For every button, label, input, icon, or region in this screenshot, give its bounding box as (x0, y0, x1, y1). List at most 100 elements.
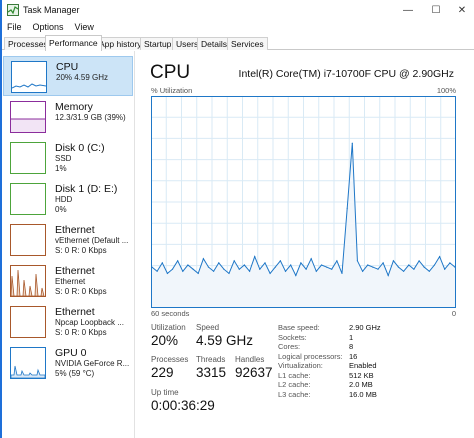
stat-speed: Speed 4.59 GHz (196, 323, 253, 348)
page-title: CPU (150, 62, 191, 83)
sidebar-item-title: Ethernet (55, 306, 95, 318)
sidebar-item-title: Disk 0 (C:) (55, 142, 105, 154)
sidebar-item-detail: Npcap Loopback ... (55, 318, 124, 327)
window-title: Task Manager (23, 5, 80, 15)
sidebar-item-detail: 1% (55, 163, 67, 173)
stat-threads: Threads 3315 (196, 355, 226, 380)
graph-label: % Utilization (151, 86, 193, 95)
stat-value: 0:00:36:29 (151, 398, 215, 413)
spec-value: 2.90 GHz (349, 323, 381, 332)
sidebar-item-title: Ethernet (55, 224, 95, 236)
stat-value: 4.59 GHz (196, 333, 254, 348)
tab-details[interactable]: Details (197, 37, 231, 50)
spec-value: 16.0 MB (349, 389, 377, 399)
sidebar-item-gpu-0[interactable]: GPU 0 NVIDIA GeForce R... 5% (59 °C) (3, 343, 133, 383)
memory-thumbnail-graph (10, 101, 46, 133)
stat-processes: Processes 229 (151, 355, 188, 380)
stat-uptime: Up time 0:00:36:29 (151, 388, 215, 413)
menu-bar: File Options View (2, 21, 474, 35)
tab-startup[interactable]: Startup (140, 37, 176, 50)
sidebar-item-title: Memory (55, 101, 93, 113)
stat-value: 92637 (235, 365, 273, 380)
sidebar-item-memory[interactable]: Memory 12.3/31.9 GB (39%) (3, 97, 133, 137)
stat-utilization: Utilization 20% (151, 323, 186, 348)
graph-time-axis-end: 0 (451, 309, 456, 318)
stat-value: 229 (151, 365, 174, 380)
disk-1-thumbnail-graph (10, 183, 46, 215)
stat-value: 20% (151, 333, 179, 348)
spec-value: 16 (349, 351, 358, 361)
spec-key: Sockets: (278, 332, 307, 342)
menu-file[interactable]: File (2, 21, 28, 35)
sidebar-item-detail: 5% (59 °C) (55, 368, 95, 378)
close-button[interactable]: ✕ (448, 0, 474, 20)
cpu-utilization-graph (151, 96, 456, 308)
stat-label: Handles (235, 355, 265, 364)
resource-sidebar: CPU 20% 4.59 GHz Memory 12.3/31.9 GB (39… (2, 51, 135, 438)
spec-row: L1 cache: 512 KB (278, 371, 468, 381)
spec-value: 1 (349, 332, 354, 342)
stat-label: Utilization (151, 323, 186, 332)
sidebar-item-detail: SSD (55, 154, 72, 163)
cpu-detail-panel: CPU Intel(R) Core(TM) i7-10700F CPU @ 2.… (136, 51, 474, 438)
spec-row: Sockets: 1 (278, 333, 468, 343)
spec-value: 8 (349, 342, 354, 351)
sidebar-item-detail: HDD (55, 195, 73, 204)
disk-0-thumbnail-graph (10, 142, 46, 174)
graph-time-axis-start: 60 seconds (151, 309, 190, 318)
spec-key: Base speed: (278, 323, 320, 332)
spec-row: Cores: 8 (278, 342, 468, 352)
sidebar-item-title: Disk 1 (D: E:) (55, 183, 118, 195)
stat-value: 3315 (196, 365, 227, 380)
cpu-model-name: Intel(R) Core(TM) i7-10700F CPU @ 2.90GH… (238, 68, 454, 80)
gpu-thumbnail-graph (10, 347, 46, 379)
sidebar-item-detail: NVIDIA GeForce R... (55, 359, 130, 368)
sidebar-item-ethernet-npcap[interactable]: Ethernet Npcap Loopback ... S: 0 R: 0 Kb… (3, 302, 133, 342)
spec-key: Cores: (278, 342, 301, 351)
tab-services[interactable]: Services (227, 37, 268, 50)
ethernet-thumbnail-graph (10, 265, 46, 297)
spec-key: L1 cache: (278, 370, 311, 380)
sidebar-item-detail: S: 0 R: 0 Kbps (55, 245, 107, 255)
sidebar-item-cpu[interactable]: CPU 20% 4.59 GHz (3, 56, 133, 96)
spec-row: Logical processors: 16 (278, 352, 468, 362)
spec-row: Virtualization: Enabled (278, 361, 468, 371)
sidebar-item-ethernet-vethernet[interactable]: Ethernet vEthernet (Default ... S: 0 R: … (3, 220, 133, 260)
sidebar-item-title: GPU 0 (55, 347, 87, 359)
sidebar-item-ethernet[interactable]: Ethernet Ethernet S: 0 R: 0 Kbps (3, 261, 133, 301)
spec-key: Virtualization: (278, 361, 323, 370)
ethernet-thumbnail-graph (10, 306, 46, 338)
stat-handles: Handles 92637 (235, 355, 273, 380)
tab-performance[interactable]: Performance (45, 35, 102, 51)
stat-label: Up time (151, 388, 179, 397)
menu-options[interactable]: Options (28, 21, 70, 35)
maximize-button[interactable]: ☐ (422, 0, 450, 20)
task-manager-icon (7, 4, 19, 16)
spec-key: Logical processors: (278, 351, 343, 361)
sidebar-item-detail: vEthernet (Default ... (55, 236, 129, 245)
spec-value: Enabled (349, 361, 377, 370)
spec-row: L2 cache: 2.0 MB (278, 380, 468, 390)
sidebar-item-title: Ethernet (55, 265, 95, 277)
sidebar-item-detail: S: 0 R: 0 Kbps (55, 327, 107, 337)
sidebar-item-title: CPU (56, 61, 79, 73)
menu-view[interactable]: View (70, 21, 100, 35)
spec-value: 512 KB (349, 370, 374, 380)
title-bar[interactable]: Task Manager — ☐ ✕ (2, 0, 474, 21)
spec-value: 2.0 MB (349, 380, 373, 389)
sidebar-item-detail: 0% (55, 204, 67, 214)
stat-label: Threads (196, 355, 226, 364)
spec-key: L2 cache: (278, 380, 311, 389)
cpu-specs-list: Base speed: 2.90 GHz Sockets: 1 Cores: 8 Lo… (278, 323, 468, 399)
sidebar-item-detail: 12.3/31.9 GB (39%) (55, 113, 126, 122)
tab-app-history[interactable]: App history (95, 37, 146, 50)
sidebar-item-detail: Ethernet (55, 277, 86, 286)
minimize-button[interactable]: — (394, 0, 422, 20)
graph-max-label: 100% (436, 86, 456, 95)
sidebar-item-detail: 20% 4.59 GHz (56, 73, 109, 82)
sidebar-item-disk-0[interactable]: Disk 0 (C:) SSD 1% (3, 138, 133, 178)
spec-row: L3 cache: 16.0 MB (278, 390, 468, 400)
sidebar-item-disk-1[interactable]: Disk 1 (D: E:) HDD 0% (3, 179, 133, 219)
stat-label: Processes (151, 355, 189, 364)
spec-key: L3 cache: (278, 389, 311, 399)
